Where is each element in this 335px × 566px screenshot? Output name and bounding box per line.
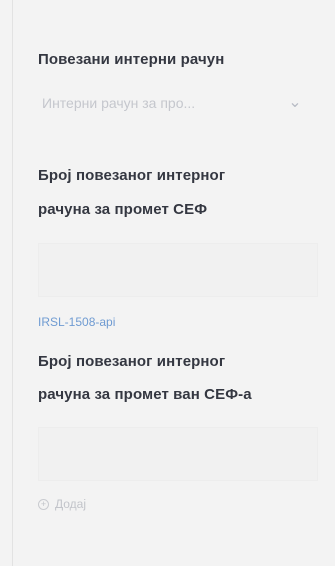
linked-internal-invoice-select[interactable]: Интерни рачун за про... ⌄: [38, 87, 308, 119]
plus-circle-icon: +: [38, 498, 49, 510]
add-button[interactable]: + Додај: [38, 497, 86, 511]
non-sef-number-label-line1: Број повезаног интерног: [38, 353, 226, 370]
non-sef-number-input[interactable]: [38, 427, 318, 481]
sef-number-input[interactable]: [38, 243, 318, 297]
linked-code-link[interactable]: IRSL-1508-api: [38, 315, 115, 329]
add-label: Додај: [55, 497, 87, 511]
linked-internal-invoice-placeholder: Интерни рачун за про...: [42, 95, 196, 111]
sef-number-label-line1: Број повезаног интерног: [38, 167, 226, 184]
linked-internal-invoice-label: Повезани интерни рачун: [38, 51, 225, 68]
non-sef-number-label-line2: рачуна за промет ван СЕФ-а: [38, 386, 252, 403]
sef-number-label-line2: рачуна за промет СЕФ: [38, 201, 208, 218]
linked-invoice-panel: Повезани интерни рачун Интерни рачун за …: [38, 0, 335, 566]
chevron-down-icon[interactable]: ⌄: [286, 94, 304, 112]
left-divider: [12, 0, 13, 566]
